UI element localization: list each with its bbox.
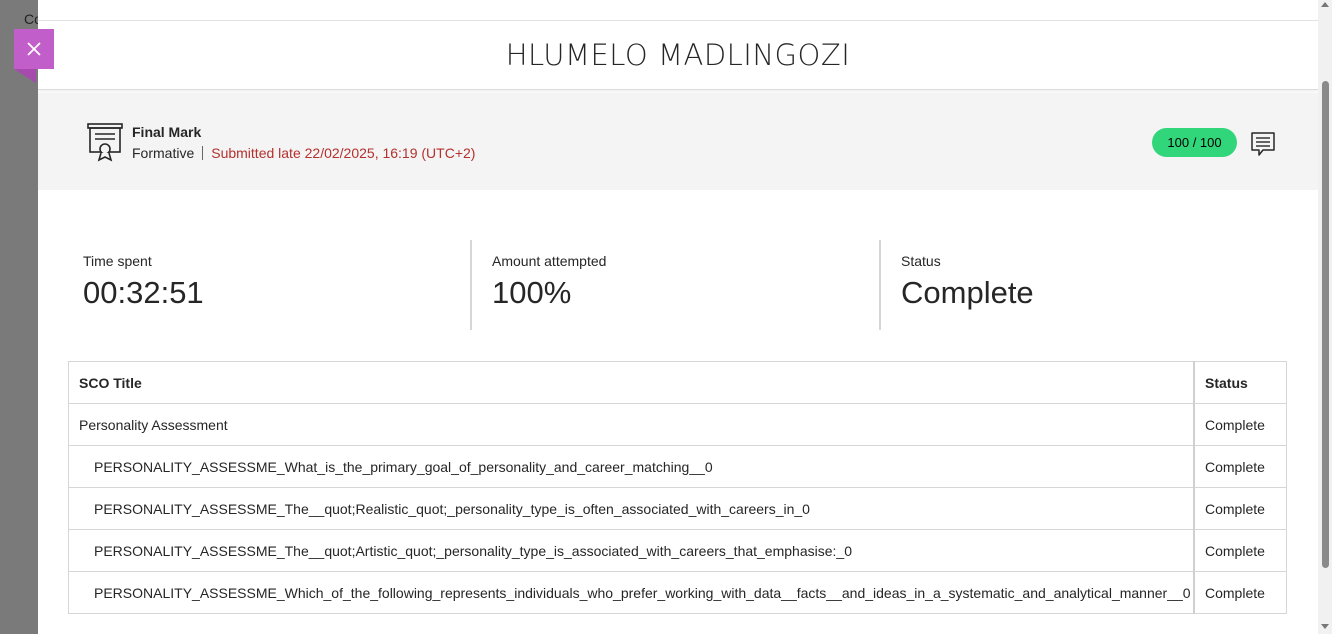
- stat-label: Time spent: [83, 253, 152, 269]
- close-button-tail: [14, 69, 36, 83]
- stat-value: Complete: [901, 275, 1034, 310]
- sco-status-cell: Complete: [1193, 571, 1287, 614]
- stat-label: Status: [901, 253, 941, 269]
- grade-item-subtitle: Formative Submitted late 22/02/2025, 16:…: [132, 145, 475, 161]
- submission-status: Submitted late 22/02/2025, 16:19 (UTC+2): [211, 145, 476, 161]
- stat-amount-attempted: Amount attempted 100%: [470, 240, 879, 330]
- attempt-stats: Time spent 00:32:51 Amount attempted 100…: [68, 240, 1288, 330]
- panel-top-strip: [38, 0, 1318, 21]
- grade-summary-bar: Final Mark Formative Submitted late 22/0…: [38, 93, 1318, 190]
- score-pill[interactable]: 100 / 100: [1152, 128, 1237, 157]
- sco-status-cell: Complete: [1193, 445, 1287, 488]
- close-panel-button[interactable]: [14, 29, 54, 69]
- table-row: PERSONALITY_ASSESSME_Which_of_the_follow…: [68, 571, 1287, 614]
- column-header-sco-title: SCO Title: [68, 361, 1194, 404]
- table-row: Personality Assessment Complete: [68, 403, 1287, 446]
- sco-title-cell: PERSONALITY_ASSESSME_Which_of_the_follow…: [68, 571, 1194, 614]
- sco-table: SCO Title Status Personality Assessment …: [68, 361, 1287, 614]
- grade-category: Formative: [132, 145, 195, 161]
- column-header-status: Status: [1193, 361, 1287, 404]
- feedback-comment-icon[interactable]: [1250, 131, 1276, 162]
- scroll-up-arrow-icon[interactable]: [1321, 2, 1329, 7]
- stat-status: Status Complete: [879, 240, 1288, 330]
- student-name: HLUMELO MADLINGOZI: [505, 38, 851, 72]
- stat-value: 00:32:51: [83, 275, 204, 310]
- sco-title-cell: PERSONALITY_ASSESSME_What_is_the_primary…: [68, 445, 1194, 488]
- sco-title-cell: PERSONALITY_ASSESSME_The__quot;Realistic…: [68, 487, 1194, 530]
- sco-table-container: SCO Title Status Personality Assessment …: [68, 361, 1287, 614]
- sco-title-cell: Personality Assessment: [68, 403, 1194, 446]
- table-row: PERSONALITY_ASSESSME_What_is_the_primary…: [68, 445, 1287, 488]
- scrollbar-thumb[interactable]: [1322, 81, 1329, 568]
- sco-status-cell: Complete: [1193, 487, 1287, 530]
- sco-status-cell: Complete: [1193, 403, 1287, 446]
- table-row: PERSONALITY_ASSESSME_The__quot;Artistic_…: [68, 529, 1287, 572]
- grading-panel: HLUMELO MADLINGOZI Final Mark Formative …: [38, 0, 1318, 634]
- certificate-icon: [85, 122, 125, 167]
- stat-time-spent: Time spent 00:32:51: [68, 240, 470, 330]
- panel-header: HLUMELO MADLINGOZI: [38, 21, 1318, 90]
- sco-status-cell: Complete: [1193, 529, 1287, 572]
- scroll-down-arrow-icon[interactable]: [1321, 624, 1329, 629]
- stat-label: Amount attempted: [492, 253, 607, 269]
- grade-item-title: Final Mark: [132, 124, 202, 140]
- table-row: PERSONALITY_ASSESSME_The__quot;Realistic…: [68, 487, 1287, 530]
- close-icon: [27, 42, 41, 56]
- vertical-scrollbar[interactable]: [1318, 0, 1332, 634]
- stat-value: 100%: [492, 275, 572, 310]
- subtitle-divider: [202, 146, 204, 160]
- table-header-row: SCO Title Status: [68, 361, 1287, 404]
- sco-title-cell: PERSONALITY_ASSESSME_The__quot;Artistic_…: [68, 529, 1194, 572]
